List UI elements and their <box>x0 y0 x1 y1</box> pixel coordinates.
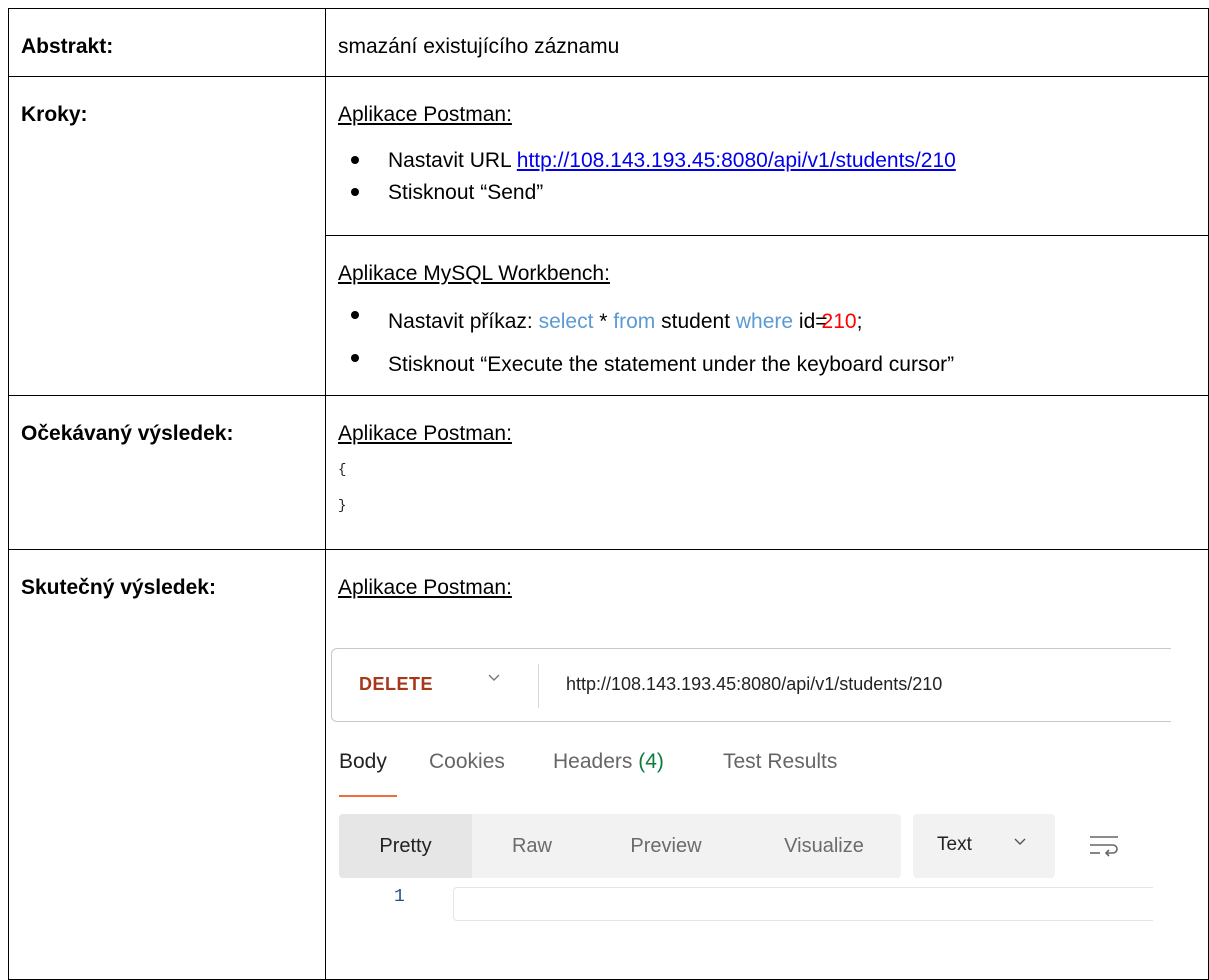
chevron-down-icon <box>1014 838 1026 845</box>
tab-test-results[interactable]: Test Results <box>723 750 837 774</box>
steps-label: Kroky: <box>21 103 88 126</box>
actual-label-cell: Skutečný výsledek: <box>8 549 326 980</box>
request-url-bar: DELETE http://108.143.193.45:8080/api/v1… <box>331 648 1171 722</box>
steps-row: Kroky: Aplikace Postman: Nastavit URL ht… <box>8 76 1209 396</box>
sql-keyword-select: select <box>538 310 594 333</box>
abstract-row: Abstrakt: smazání existujícího záznamu <box>8 8 1209 77</box>
active-tab-underline <box>339 795 397 797</box>
abstract-label-cell: Abstrakt: <box>8 8 326 77</box>
list-item: Nastavit URL http://108.143.193.45:8080/… <box>338 145 1208 177</box>
actual-heading: Aplikace Postman: <box>338 576 512 599</box>
sql-star: * <box>599 310 608 333</box>
actual-label: Skutečný výsledek: <box>21 576 216 599</box>
chevron-down-icon[interactable] <box>487 670 501 684</box>
steps-label-cell: Kroky: <box>8 76 326 396</box>
view-mode-visualize[interactable]: Visualize <box>754 814 894 878</box>
expected-json-open: { <box>338 462 347 478</box>
wrap-lines-icon[interactable] <box>1086 828 1122 862</box>
http-method-select[interactable]: DELETE <box>359 674 433 695</box>
view-mode-pretty[interactable]: Pretty <box>339 814 472 878</box>
expected-content-cell: Aplikace Postman: { } <box>325 395 1209 550</box>
list-item: Nastavit příkaz: select * from student w… <box>338 300 1208 343</box>
line-number: 1 <box>394 887 405 907</box>
expected-row: Očekávaný výsledek: Aplikace Postman: { … <box>8 395 1209 550</box>
sql-keyword-where: where <box>735 310 794 333</box>
url-link[interactable]: http://108.143.193.45:8080/api/v1/studen… <box>517 149 956 172</box>
sql-keyword-from: from <box>613 310 656 333</box>
headers-count-badge: (4) <box>638 750 664 773</box>
expected-label: Očekávaný výsledek: <box>21 422 234 445</box>
url-bar-divider <box>538 664 539 708</box>
steps-mysql-block: Aplikace MySQL Workbench: Nastavit příka… <box>326 235 1208 395</box>
steps-mysql-heading: Aplikace MySQL Workbench: <box>338 262 610 285</box>
steps-mysql-list: Nastavit příkaz: select * from student w… <box>338 300 1208 386</box>
sql-id-value: 210 <box>821 310 857 333</box>
format-select-value: Text <box>937 834 972 855</box>
expected-heading: Aplikace Postman: <box>338 422 512 445</box>
steps-postman-block: Aplikace Postman: Nastavit URL http://10… <box>326 77 1208 235</box>
execute-text: Stisknout “Execute the statement under t… <box>388 353 955 376</box>
abstract-value-cell: smazání existujícího záznamu <box>325 8 1209 77</box>
list-item: Stisknout “Execute the statement under t… <box>338 343 1208 386</box>
abstract-label: Abstrakt: <box>21 35 114 58</box>
request-url-input[interactable]: http://108.143.193.45:8080/api/v1/studen… <box>566 674 942 695</box>
tab-cookies[interactable]: Cookies <box>429 750 505 774</box>
tab-headers[interactable]: Headers (4) <box>553 750 664 774</box>
sql-table: student <box>661 310 731 333</box>
sql-semicolon: ; <box>856 310 863 333</box>
steps-content-cell: Aplikace Postman: Nastavit URL http://10… <box>325 76 1209 396</box>
set-command-text: Nastavit příkaz: <box>388 310 533 333</box>
abstract-value: smazání existujícího záznamu <box>338 35 620 58</box>
view-mode-preview[interactable]: Preview <box>601 814 731 878</box>
list-item: Stisknout “Send” <box>338 177 1208 209</box>
expected-label-cell: Očekávaný výsledek: <box>8 395 326 550</box>
view-mode-segmented-control: Pretty Raw Preview Visualize <box>339 814 901 878</box>
steps-postman-heading: Aplikace Postman: <box>338 103 512 126</box>
tab-body[interactable]: Body <box>339 750 387 774</box>
expected-json-close: } <box>338 498 347 514</box>
tab-headers-label: Headers <box>553 750 633 773</box>
view-mode-raw[interactable]: Raw <box>487 814 577 878</box>
format-select[interactable]: Text <box>913 814 1055 878</box>
press-send-text: Stisknout “Send” <box>388 181 544 204</box>
steps-postman-list: Nastavit URL http://108.143.193.45:8080/… <box>338 145 1208 209</box>
set-url-text: Nastavit URL <box>388 149 511 172</box>
response-body-editor[interactable] <box>453 887 1153 921</box>
